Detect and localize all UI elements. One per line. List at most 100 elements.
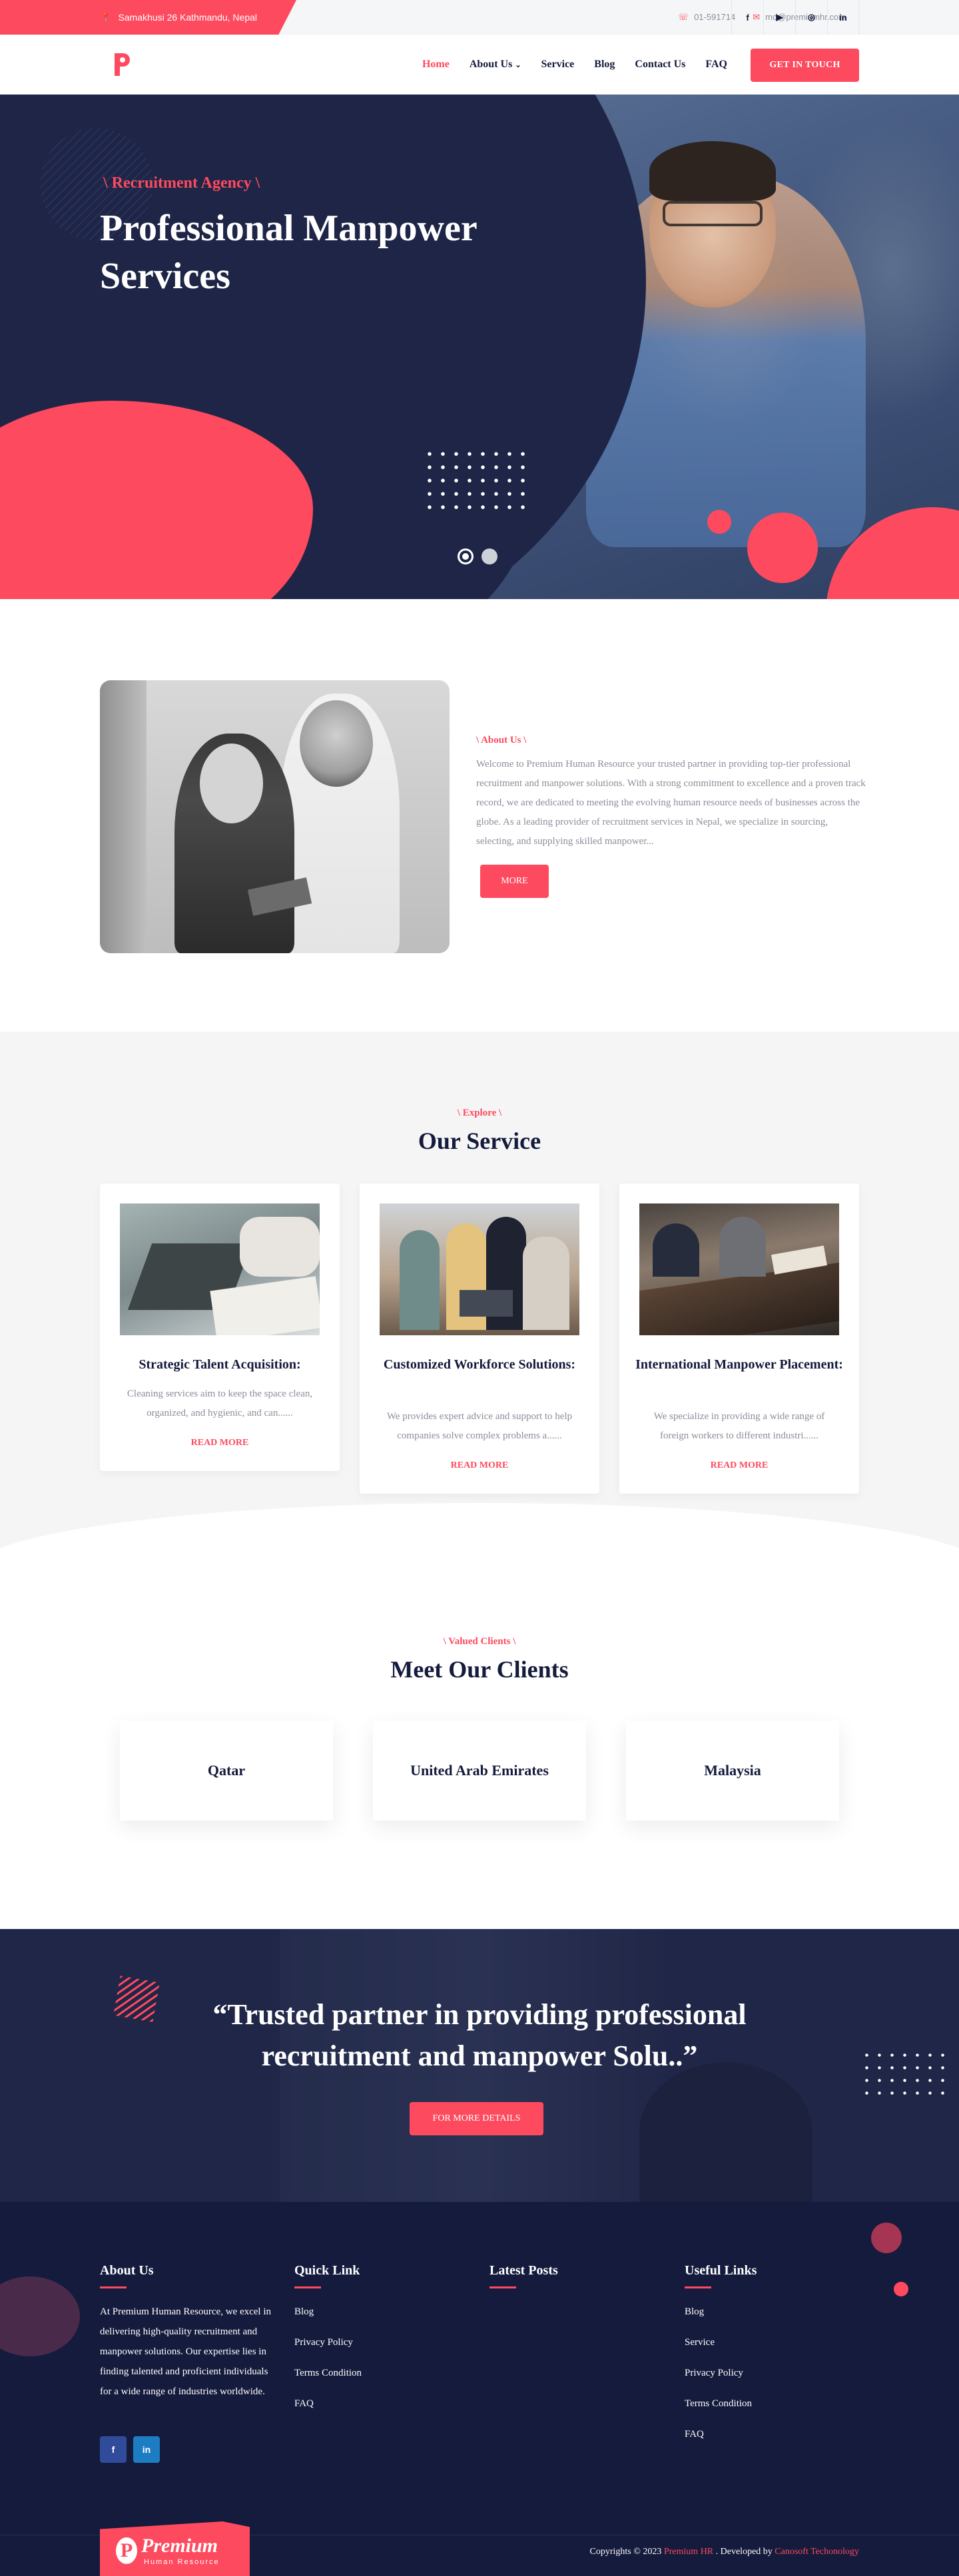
copyright: Copyrights © 2023 Premium HR . Developed… (589, 2547, 859, 2557)
service-card[interactable]: Customized Workforce Solutions: We provi… (360, 1183, 599, 1494)
about-tag: \ About Us \ (476, 735, 527, 746)
nav-faq[interactable]: FAQ (705, 59, 727, 71)
copyright-mid: . Developed by (715, 2547, 773, 2557)
youtube-icon[interactable]: ▶ (763, 0, 795, 35)
footer-link[interactable]: Terms Condition (685, 2394, 851, 2424)
clients-tag: \ Valued Clients \ (443, 1636, 516, 1647)
footer-title-underline (100, 2286, 127, 2288)
footer-logo[interactable]: P Premium Human Resource (100, 2521, 250, 2576)
hero-person-glasses (663, 201, 763, 226)
footer-decor-dot (894, 2282, 908, 2296)
address-text: Samakhusi 26 Kathmandu, Nepal (118, 12, 258, 23)
footer-decor-circle (0, 2276, 80, 2356)
read-more-link[interactable]: READ MORE (360, 1460, 599, 1471)
get-in-touch-button[interactable]: GET IN TOUCH (751, 49, 859, 82)
more-button[interactable]: MORE (480, 865, 549, 898)
hero-banner: \ Recruitment Agency \ Professional Manp… (0, 95, 959, 599)
service-image (120, 1203, 320, 1335)
linkedin-icon[interactable]: in (133, 2436, 160, 2463)
footer-logo-subtitle: Human Resource (144, 2558, 220, 2566)
quote-banner: “Trusted partner in providing profession… (0, 1929, 959, 2202)
footer-about: About Us At Premium Human Resource, we e… (100, 2263, 271, 2402)
service-card[interactable]: Strategic Talent Acquisition: Cleaning s… (100, 1183, 340, 1471)
read-more-link[interactable]: READ MORE (100, 1438, 340, 1448)
service-text: We provides expert advice and support to… (386, 1411, 573, 1441)
about-text: Welcome to Premium Human Resource your t… (476, 759, 866, 847)
navbar: Home About Us ⌄ Service Blog Contact Us … (0, 35, 959, 95)
service-title: International Manpower Placement: (635, 1357, 843, 1372)
service-text: We specialize in providing a wide range … (653, 1411, 825, 1441)
footer-logo-mark: P (116, 2537, 137, 2564)
quote-pattern (113, 1976, 160, 2022)
quote-text: “Trusted partner in providing profession… (212, 1998, 747, 2072)
nav-home[interactable]: Home (422, 59, 450, 71)
headset-icon: ☏ (677, 12, 689, 22)
footer-social: f in (100, 2436, 160, 2463)
footer-posts-title: Latest Posts (489, 2263, 558, 2278)
footer-decor-circle (871, 2223, 902, 2253)
footer-link[interactable]: FAQ (685, 2424, 851, 2455)
nav-service[interactable]: Service (541, 59, 575, 71)
service-title: Customized Workforce Solutions: (383, 1357, 576, 1372)
nav-menu: Home About Us ⌄ Service Blog Contact Us … (422, 35, 727, 95)
services-tag: \ Explore \ (457, 1108, 502, 1118)
service-card[interactable]: International Manpower Placement: We spe… (619, 1183, 859, 1494)
client-card[interactable]: Malaysia (626, 1721, 839, 1821)
service-image (380, 1203, 579, 1335)
phone-link[interactable]: ☏ 01-591714 (678, 12, 735, 23)
facebook-icon[interactable]: f (100, 2436, 127, 2463)
slider-dot-active[interactable] (458, 548, 474, 564)
copyright-prefix: Copyrights © 2023 (589, 2547, 662, 2557)
clients-title: Meet Our Clients (390, 1656, 569, 1683)
services-title: Our Service (418, 1128, 541, 1154)
footer-title-underline (294, 2286, 321, 2288)
nav-blog[interactable]: Blog (594, 59, 615, 71)
footer-title-underline (685, 2286, 711, 2288)
hero-person-hair (649, 141, 776, 201)
footer-link[interactable]: Blog (294, 2302, 461, 2332)
footer-latest-posts: Latest Posts (489, 2263, 656, 2302)
social-links: f ▶ ◎ in (731, 0, 859, 35)
hero-pink-circle (747, 513, 818, 583)
slider-dot[interactable] (481, 548, 497, 564)
read-more-link[interactable]: READ MORE (619, 1460, 859, 1471)
phone-text: 01-591714 (694, 12, 736, 22)
footer-about-title: About Us (100, 2263, 154, 2278)
quote-dot-grid (860, 2049, 954, 2102)
top-bar: 📍 Samakhusi 26 Kathmandu, Nepal ☏ 01-5917… (0, 0, 959, 35)
slider-dots (458, 548, 497, 564)
section-wave (0, 1503, 959, 1636)
facebook-icon[interactable]: f (731, 0, 763, 35)
more-details-button[interactable]: FOR MORE DETAILS (410, 2102, 543, 2135)
copyright-brand-link[interactable]: Premium HR (664, 2547, 713, 2557)
footer-useful-links: Useful Links Blog Service Privacy Policy… (685, 2263, 851, 2455)
about-image (100, 680, 450, 953)
footer-link[interactable]: FAQ (294, 2394, 461, 2424)
footer-link[interactable]: Terms Condition (294, 2363, 461, 2394)
service-image (639, 1203, 839, 1335)
footer-link[interactable]: Privacy Policy (294, 2332, 461, 2363)
nav-about[interactable]: About Us ⌄ (470, 59, 521, 71)
footer-title-underline (489, 2286, 516, 2288)
service-title: Strategic Talent Acquisition: (139, 1357, 301, 1372)
logo[interactable] (113, 53, 131, 76)
footer-link[interactable]: Blog (685, 2302, 851, 2332)
client-card[interactable]: United Arab Emirates (373, 1721, 586, 1821)
hero-pink-dot (707, 510, 731, 534)
linkedin-icon[interactable]: in (827, 0, 859, 35)
footer-quick-links: Quick Link Blog Privacy Policy Terms Con… (294, 2263, 461, 2424)
client-card[interactable]: Qatar (120, 1721, 333, 1821)
footer-link[interactable]: Service (685, 2332, 851, 2363)
nav-contact[interactable]: Contact Us (635, 59, 685, 71)
developer-link[interactable]: Canosoft Techonology (775, 2547, 859, 2557)
service-text: Cleaning services aim to keep the space … (127, 1389, 313, 1418)
location-pin-icon: 📍 (100, 11, 112, 23)
instagram-icon[interactable]: ◎ (795, 0, 827, 35)
hero-tag: \ Recruitment Agency \ (103, 174, 260, 192)
about-image-man-head (300, 700, 373, 787)
address: 📍 Samakhusi 26 Kathmandu, Nepal (100, 0, 257, 35)
footer-about-text: At Premium Human Resource, we excel in d… (100, 2306, 272, 2397)
nav-about-label: About Us (469, 59, 513, 70)
footer-link[interactable]: Privacy Policy (685, 2363, 851, 2394)
about-image-column (100, 680, 147, 953)
